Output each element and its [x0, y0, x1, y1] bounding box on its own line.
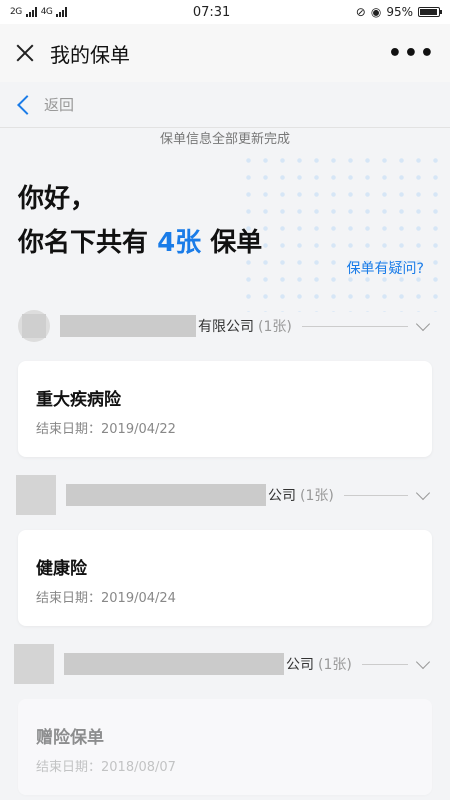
greeting-section: 你好， 你名下共有 4张 保单 保单有疑问? — [0, 152, 450, 302]
policy-card[interactable]: 赠险保单 结束日期：2018/08/07 — [18, 699, 432, 795]
policy-count-value: 4张 — [157, 228, 202, 258]
divider — [301, 325, 408, 327]
back-label: 返回 — [44, 96, 75, 114]
policy-count-prefix: 你名下共有 — [18, 228, 149, 258]
chevron-down-icon[interactable] — [415, 485, 431, 500]
lock-rotation-icon: ◉ — [370, 5, 382, 19]
chevron-down-icon[interactable] — [415, 654, 431, 669]
chevron-left-icon — [17, 94, 37, 115]
company-logo — [16, 475, 56, 515]
divider — [361, 663, 408, 665]
signal-indicators: 2G 4G — [10, 7, 68, 17]
policy-end-date: 结束日期：2019/04/22 — [36, 422, 176, 437]
policy-name: 赠险保单 — [36, 728, 104, 748]
greeting-hello: 你好， — [18, 184, 97, 214]
company-policy-count: (1张) — [318, 657, 352, 673]
company-name-redacted — [64, 653, 284, 675]
policy-end-date: 结束日期：2018/08/07 — [36, 760, 176, 775]
policy-name: 重大疾病险 — [36, 390, 121, 410]
status-bar: 2G 4G 07:31 ⊘ ◉ 95% — [0, 0, 450, 24]
policy-count-suffix: 保单 — [210, 228, 263, 258]
battery-percent: 95% — [386, 5, 413, 19]
close-icon[interactable] — [14, 42, 36, 64]
company-header-1[interactable]: 有限公司 (1张) — [0, 306, 450, 346]
company-name-redacted — [60, 315, 196, 337]
policy-name: 健康险 — [36, 559, 87, 579]
status-time: 07:31 — [192, 4, 231, 20]
company-header-3[interactable]: 公司 (1张) — [0, 644, 450, 684]
company-name-suffix: 公司 — [286, 657, 314, 673]
update-status-message: 保单信息全部更新完成 — [159, 132, 290, 147]
policy-card[interactable]: 健康险 结束日期：2019/04/24 — [18, 530, 432, 626]
policy-end-date: 结束日期：2019/04/24 — [36, 591, 176, 606]
company-logo — [14, 644, 54, 684]
vibrate-off-icon: ⊘ — [355, 5, 366, 19]
battery-icon — [418, 7, 442, 17]
company-header-2[interactable]: 公司 (1张) — [0, 475, 450, 515]
back-button[interactable]: 返回 — [0, 82, 450, 128]
page-title: 我的保单 — [50, 42, 130, 67]
status-right: ⊘ ◉ 95% — [355, 5, 442, 19]
signal-icon — [25, 7, 37, 17]
company-name-suffix: 有限公司 — [198, 319, 254, 335]
more-options-icon[interactable]: ••• — [388, 41, 436, 66]
signal-icon-2 — [56, 7, 68, 17]
chevron-down-icon[interactable] — [415, 316, 431, 331]
company-policy-count: (1张) — [258, 319, 292, 335]
network-type-4g: 4G — [40, 7, 53, 17]
network-type-2g: 2G — [10, 7, 22, 17]
company-logo — [18, 310, 50, 342]
title-bar: 我的保单 ••• — [0, 24, 450, 82]
divider — [343, 494, 408, 496]
policy-question-link[interactable]: 保单有疑问? — [347, 258, 424, 278]
company-policy-count: (1张) — [300, 488, 334, 504]
policy-card[interactable]: 重大疾病险 结束日期：2019/04/22 — [18, 361, 432, 457]
company-name-redacted — [66, 484, 266, 506]
company-name-suffix: 公司 — [268, 488, 296, 504]
main-content: 保单信息全部更新完成 你好， 你名下共有 4张 保单 保单有疑问? 有限公司 (… — [0, 128, 450, 800]
